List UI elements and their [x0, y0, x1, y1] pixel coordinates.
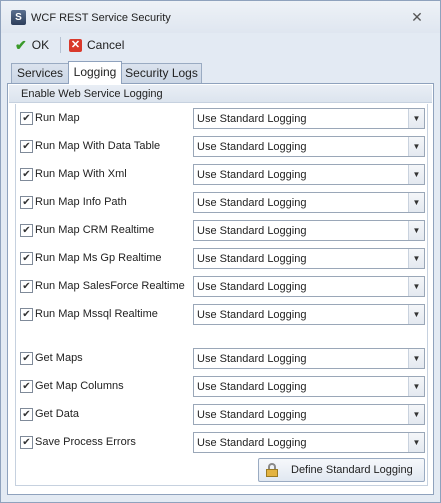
- row-label: Get Data: [35, 408, 80, 420]
- row-label: Get Map Columns: [35, 380, 124, 392]
- row-label: Run Map CRM Realtime: [35, 224, 155, 236]
- enable-checkbox[interactable]: ✔: [20, 252, 33, 265]
- logging-mode-dropdown[interactable]: Use Standard Logging ▼: [193, 404, 425, 425]
- tab-logging[interactable]: Logging: [68, 61, 122, 84]
- logging-mode-dropdown[interactable]: Use Standard Logging ▼: [193, 108, 425, 129]
- dropdown-value: Use Standard Logging: [197, 197, 307, 209]
- chevron-down-icon[interactable]: ▼: [408, 193, 424, 212]
- enable-checkbox[interactable]: ✔: [20, 196, 33, 209]
- logging-mode-dropdown[interactable]: Use Standard Logging ▼: [193, 376, 425, 397]
- enable-checkbox[interactable]: ✔: [20, 408, 33, 421]
- chevron-down-icon[interactable]: ▼: [408, 377, 424, 396]
- logging-row: ✔ Run Map Mssql Realtime Use Standard Logg…: [8, 303, 435, 325]
- logging-row: ✔ Get Map Columns Use Standard Logging ▼: [8, 375, 435, 397]
- row-label: Run Map With Data Table: [35, 140, 161, 152]
- row-label: Run Map Ms Gp Realtime: [35, 252, 162, 264]
- logging-row: ✔ Run Map Info Path Use Standard Logging ▼: [8, 191, 435, 213]
- logging-row: ✔ Run Map Ms Gp Realtime Use Standard Logg…: [8, 247, 435, 269]
- enable-checkbox[interactable]: ✔: [20, 436, 33, 449]
- dropdown-value: Use Standard Logging: [197, 381, 307, 393]
- logging-mode-dropdown[interactable]: Use Standard Logging ▼: [193, 348, 425, 369]
- toolbar-separator: [60, 37, 61, 53]
- enable-checkbox[interactable]: ✔: [20, 140, 33, 153]
- logging-mode-dropdown[interactable]: Use Standard Logging ▼: [193, 164, 425, 185]
- ok-label: OK: [31, 38, 50, 52]
- chevron-down-icon[interactable]: ▼: [408, 109, 424, 128]
- logging-mode-dropdown[interactable]: Use Standard Logging ▼: [193, 432, 425, 453]
- logging-mode-dropdown[interactable]: Use Standard Logging ▼: [193, 304, 425, 325]
- logging-row: ✔ Run Map CRM Realtime Use Standard Loggin…: [8, 219, 435, 241]
- logging-row: ✔ Run Map With Xml Use Standard Logging ▼: [8, 163, 435, 185]
- row-label: Run Map: [35, 112, 80, 124]
- logging-mode-dropdown[interactable]: Use Standard Logging ▼: [193, 192, 425, 213]
- chevron-down-icon[interactable]: ▼: [408, 405, 424, 424]
- lock-icon: [265, 463, 279, 477]
- dropdown-value: Use Standard Logging: [197, 353, 307, 365]
- chevron-down-icon[interactable]: ▼: [408, 165, 424, 184]
- toolbar: ✔ OK ✕ Cancel: [1, 33, 440, 57]
- enable-checkbox[interactable]: ✔: [20, 308, 33, 321]
- tab-services[interactable]: Services: [11, 63, 69, 83]
- row-label: Run Map Mssql Realtime: [35, 308, 158, 320]
- logging-mode-dropdown[interactable]: Use Standard Logging ▼: [193, 136, 425, 157]
- window: S WCF REST Service Security ✕ ✔ OK ✕ Can…: [0, 0, 441, 503]
- chevron-down-icon[interactable]: ▼: [408, 349, 424, 368]
- enable-checkbox[interactable]: ✔: [20, 168, 33, 181]
- cancel-label: Cancel: [87, 38, 125, 52]
- enable-checkbox[interactable]: ✔: [20, 112, 33, 125]
- row-label: Save Process Errors: [35, 436, 136, 448]
- cancel-icon: ✕: [69, 38, 82, 52]
- row-label: Run Map Info Path: [35, 196, 127, 208]
- cancel-button[interactable]: ✕ Cancel: [69, 35, 124, 55]
- logging-mode-dropdown[interactable]: Use Standard Logging ▼: [193, 220, 425, 241]
- checkmark-icon: ✔: [15, 36, 27, 53]
- title-bar: S WCF REST Service Security ✕: [1, 1, 440, 33]
- logging-row: ✔ Get Maps Use Standard Logging ▼: [8, 347, 435, 369]
- row-label: Run Map SalesForce Realtime: [35, 280, 185, 292]
- logging-row: ✔ Run Map With Data Table Use Standard Log…: [8, 135, 435, 157]
- window-title: WCF REST Service Security: [31, 12, 171, 24]
- app-icon: S: [11, 10, 26, 25]
- chevron-down-icon[interactable]: ▼: [408, 249, 424, 268]
- logging-row: ✔ Save Process Errors Use Standard Logging…: [8, 431, 435, 453]
- chevron-down-icon[interactable]: ▼: [408, 305, 424, 324]
- logging-mode-dropdown[interactable]: Use Standard Logging ▼: [193, 276, 425, 297]
- dropdown-value: Use Standard Logging: [197, 437, 307, 449]
- logging-row: ✔ Run Map Use Standard Logging ▼: [8, 107, 435, 129]
- ok-button[interactable]: ✔ OK: [15, 35, 49, 55]
- dropdown-value: Use Standard Logging: [197, 309, 307, 321]
- enable-checkbox[interactable]: ✔: [20, 224, 33, 237]
- chevron-down-icon[interactable]: ▼: [408, 137, 424, 156]
- logging-panel: Enable Web Service Logging ✔ Run Map Use S…: [7, 83, 434, 495]
- chevron-down-icon[interactable]: ▼: [408, 221, 424, 240]
- group-header: Enable Web Service Logging: [9, 85, 432, 103]
- chevron-down-icon[interactable]: ▼: [408, 277, 424, 296]
- chevron-down-icon[interactable]: ▼: [408, 433, 424, 452]
- enable-checkbox[interactable]: ✔: [20, 352, 33, 365]
- dropdown-value: Use Standard Logging: [197, 225, 307, 237]
- logging-mode-dropdown[interactable]: Use Standard Logging ▼: [193, 248, 425, 269]
- define-standard-logging-button[interactable]: Define Standard Logging: [258, 458, 425, 482]
- row-label: Run Map With Xml: [35, 168, 127, 180]
- group-title: Enable Web Service Logging: [21, 88, 163, 100]
- dropdown-value: Use Standard Logging: [197, 141, 307, 153]
- logging-row: ✔ Get Data Use Standard Logging ▼: [8, 403, 435, 425]
- enable-checkbox[interactable]: ✔: [20, 380, 33, 393]
- enable-checkbox[interactable]: ✔: [20, 280, 33, 293]
- row-label: Get Maps: [35, 352, 83, 364]
- logging-row: ✔ Run Map SalesForce Realtime Use Standard…: [8, 275, 435, 297]
- define-standard-logging-label: Define Standard Logging: [291, 464, 413, 476]
- dropdown-value: Use Standard Logging: [197, 281, 307, 293]
- dropdown-value: Use Standard Logging: [197, 169, 307, 181]
- dropdown-value: Use Standard Logging: [197, 253, 307, 265]
- dropdown-value: Use Standard Logging: [197, 409, 307, 421]
- dropdown-value: Use Standard Logging: [197, 113, 307, 125]
- tab-security-logs[interactable]: Security Logs: [121, 63, 202, 83]
- close-icon[interactable]: ✕: [409, 9, 425, 25]
